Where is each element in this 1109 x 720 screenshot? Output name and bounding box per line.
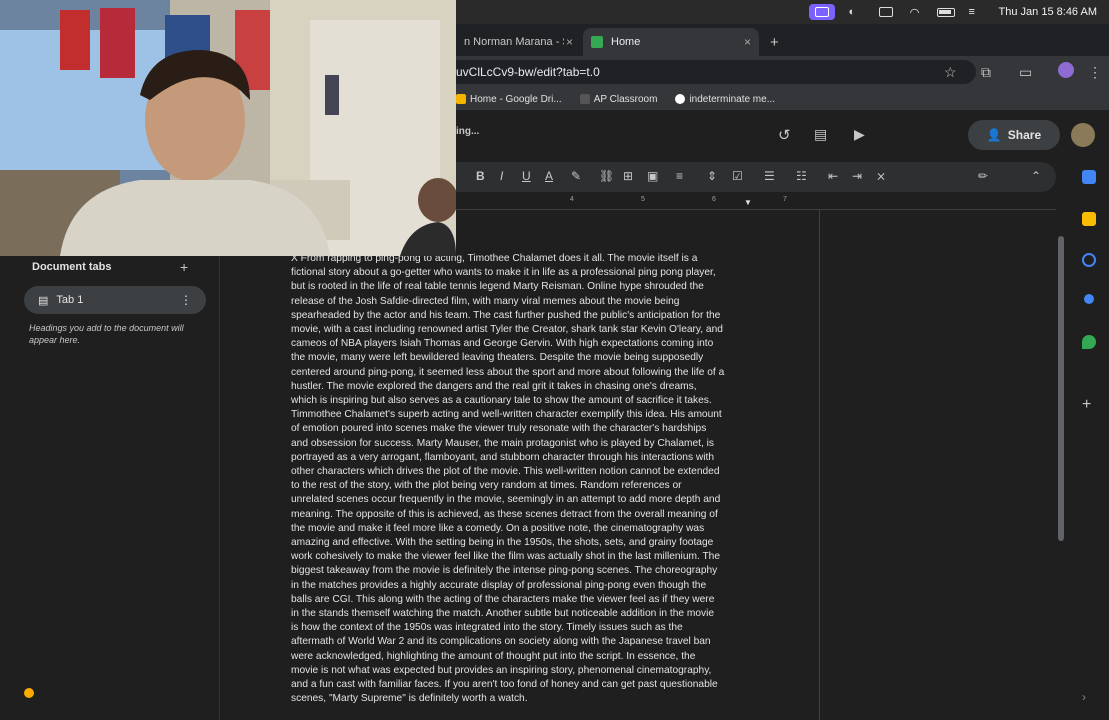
checklist-icon[interactable]: ☑ <box>732 169 743 183</box>
display-icon[interactable] <box>878 7 893 17</box>
link-icon[interactable]: ⛓ <box>599 169 614 183</box>
tab-home[interactable]: Home × <box>583 28 759 56</box>
address-bar[interactable]: uvClLcCv9-bw/edit?tab=t.0 <box>456 60 976 84</box>
scrollbar[interactable] <box>1058 236 1064 541</box>
underline-button[interactable]: U <box>522 169 531 183</box>
italic-button[interactable]: I <box>500 169 503 183</box>
star-icon[interactable]: ☆ <box>944 64 957 81</box>
numbered-list-icon[interactable]: ☷ <box>796 169 807 183</box>
document-tabs-title: Document tabs <box>32 261 112 273</box>
document-canvas: X From rapping to ping-pong to acting, T… <box>221 210 1057 720</box>
bullet-list-icon[interactable]: ☰ <box>764 169 775 183</box>
add-tab-button[interactable]: + <box>180 259 188 275</box>
contacts-icon[interactable] <box>1084 294 1094 304</box>
ap-icon <box>579 94 590 104</box>
add-addon-icon[interactable]: + <box>1082 396 1096 413</box>
share-button[interactable]: 👤 Share <box>968 120 1060 150</box>
webcam-feed <box>0 0 456 256</box>
tab-title: n Norman Marana - STU <box>464 36 564 48</box>
tasks-icon[interactable] <box>1082 253 1096 267</box>
headings-hint: Headings you add to the document will ap… <box>29 323 184 345</box>
menu-bar: ◐ ◠ ≡ Thu Jan 15 8:46 AM <box>456 0 1109 24</box>
bookmark-google[interactable]: indeterminate me... <box>675 94 775 105</box>
decrease-indent-icon[interactable]: ⇤ <box>828 169 838 183</box>
line-spacing-icon[interactable]: ⇕ <box>707 169 717 183</box>
calendar-icon[interactable] <box>1082 170 1096 184</box>
ruler: 4 5 6 7 ▼ <box>456 196 1056 210</box>
comment-icon[interactable]: ▤ <box>814 126 827 143</box>
maps-icon[interactable] <box>1082 335 1096 349</box>
meet-icon[interactable]: ▶ <box>854 126 865 143</box>
bookmark-drive[interactable]: Home - Google Dri... <box>456 94 562 105</box>
battery-icon[interactable] <box>936 7 955 17</box>
page-edge <box>819 210 820 720</box>
chevron-right-icon[interactable]: › <box>1082 690 1096 704</box>
side-panel: + › <box>1072 160 1109 720</box>
tab-label: Tab 1 <box>56 294 84 306</box>
document-tabs-panel: Document tabs + ▤ Tab 1 ⋮ Headings you a… <box>0 256 220 720</box>
bold-button[interactable]: B <box>476 169 485 183</box>
status-dot-icon[interactable] <box>24 688 34 698</box>
tab-more-button[interactable]: ⋮ <box>180 293 192 307</box>
collapse-icon[interactable]: ⌃ <box>1031 169 1041 183</box>
text-color-button[interactable]: A <box>545 169 553 183</box>
docs-header: ing... ↺ ▤ ▶ 👤 Share <box>456 110 1109 160</box>
format-toolbar: B I U A ✎ ⛓ ⊞ ▣ ≡ ⇕ ☑ ☰ ☷ ⇤ ⇥ ⨯ ✏ ⌃ <box>456 162 1056 192</box>
align-icon[interactable]: ≡ <box>676 169 683 183</box>
highlight-icon[interactable]: ✎ <box>571 169 581 183</box>
tab-classroom[interactable]: n Norman Marana - STU × <box>456 28 581 56</box>
drive-icon <box>456 94 466 104</box>
image-icon[interactable]: ▣ <box>647 169 658 183</box>
url-text: uvClLcCv9-bw/edit?tab=t.0 <box>456 65 600 79</box>
history-icon[interactable]: ↺ <box>778 126 791 144</box>
add-comment-icon[interactable]: ⊞ <box>623 169 633 183</box>
new-tab-button[interactable]: + <box>762 28 787 56</box>
increase-indent-icon[interactable]: ⇥ <box>852 169 862 183</box>
activity-icon[interactable]: ◐ <box>849 6 865 18</box>
tab-title: Home <box>611 36 641 48</box>
bookmarks-bar: Home - Google Dri... AP Classroom indete… <box>456 88 1109 110</box>
save-status: ing... <box>456 126 480 137</box>
cast-icon[interactable]: ▭ <box>1019 64 1032 81</box>
wifi-icon[interactable]: ◠ <box>907 6 923 19</box>
sheets-icon <box>591 36 603 48</box>
browser-toolbar: uvClLcCv9-bw/edit?tab=t.0 ☆ ⧉ ▭ ⋮ <box>456 56 1109 88</box>
close-icon[interactable]: × <box>744 35 751 49</box>
document-icon: ▤ <box>38 294 49 307</box>
extensions-icon[interactable]: ⧉ <box>981 64 991 81</box>
document-tab-1[interactable]: ▤ Tab 1 ⋮ <box>24 286 206 314</box>
control-center-icon[interactable]: ≡ <box>969 6 985 18</box>
people-icon: 👤 <box>986 128 1002 142</box>
edit-mode-icon[interactable]: ✏ <box>978 169 988 183</box>
webcam-overlay <box>0 0 456 256</box>
clear-format-icon[interactable]: ⨯ <box>876 169 886 183</box>
clock[interactable]: Thu Jan 15 8:46 AM <box>999 6 1097 18</box>
keep-icon[interactable] <box>1082 212 1096 226</box>
google-icon <box>675 94 686 104</box>
more-icon[interactable]: ⋮ <box>1088 64 1102 81</box>
indent-marker[interactable]: ▼ <box>744 198 752 207</box>
document-body[interactable]: X From rapping to ping-pong to acting, T… <box>291 252 753 707</box>
avatar[interactable] <box>1071 123 1095 147</box>
tab-strip: n Norman Marana - STU × Home × + <box>456 24 1109 56</box>
bookmark-ap-classroom[interactable]: AP Classroom <box>579 94 657 105</box>
screen-record-icon[interactable] <box>808 4 835 20</box>
close-icon[interactable]: × <box>566 35 573 49</box>
profile-icon[interactable] <box>1058 62 1074 78</box>
